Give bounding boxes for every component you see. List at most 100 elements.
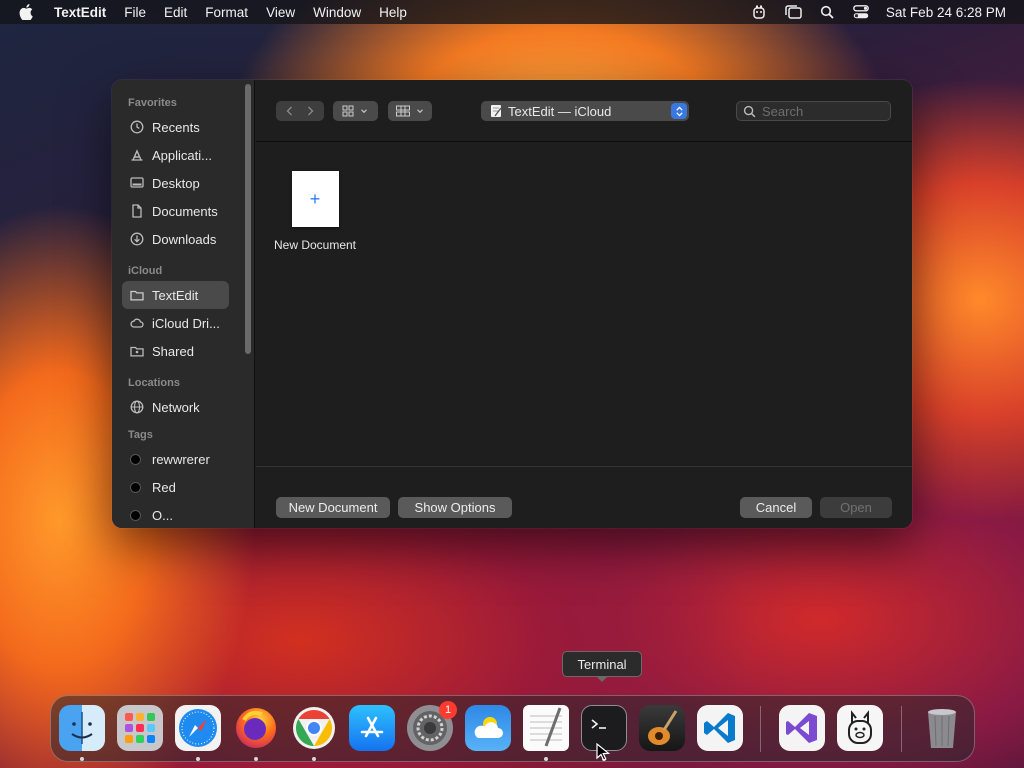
dialog-footer: New Document Show Options Cancel Open bbox=[256, 466, 912, 528]
file-browser: TextEdit — iCloud + New Document New Doc… bbox=[256, 80, 912, 528]
menu-help[interactable]: Help bbox=[370, 5, 416, 20]
globe-icon bbox=[130, 400, 152, 414]
sidebar-section-favorites: Favorites bbox=[128, 97, 177, 109]
sidebar-item-label: Red bbox=[152, 479, 176, 495]
view-mode-button[interactable] bbox=[333, 101, 378, 121]
chevron-down-icon bbox=[416, 109, 423, 114]
search-field[interactable] bbox=[736, 101, 891, 121]
sidebar-tag-rewwrerer[interactable]: rewwrerer bbox=[122, 445, 229, 473]
cloud-icon bbox=[130, 316, 152, 330]
folder-icon bbox=[130, 288, 152, 302]
sidebar-item-network[interactable]: Network bbox=[122, 393, 229, 421]
sidebar-item-label: Desktop bbox=[152, 175, 200, 191]
shared-folder-icon bbox=[130, 344, 152, 358]
location-label: TextEdit — iCloud bbox=[508, 103, 612, 119]
sidebar-tag-red[interactable]: Red bbox=[122, 473, 229, 501]
system-settings-icon[interactable]: 1 bbox=[407, 701, 457, 751]
menu-edit[interactable]: Edit bbox=[155, 5, 196, 20]
dialog-toolbar: TextEdit — iCloud bbox=[256, 80, 912, 142]
textedit-icon[interactable] bbox=[523, 705, 569, 751]
sidebar-item-recents[interactable]: Recents bbox=[122, 113, 229, 141]
menu-app-name[interactable]: TextEdit bbox=[52, 5, 115, 20]
search-input[interactable] bbox=[762, 103, 882, 119]
new-document-tile[interactable]: + New Document bbox=[270, 171, 360, 252]
garageband-icon[interactable] bbox=[639, 705, 685, 751]
sidebar: Favorites Recents Applicati... Desktop D… bbox=[112, 80, 255, 528]
apple-menu-icon[interactable] bbox=[0, 4, 52, 20]
control-center-icon[interactable] bbox=[844, 0, 878, 24]
chevron-right-icon[interactable] bbox=[304, 105, 316, 117]
sidebar-item-label: Network bbox=[152, 399, 200, 415]
sidebar-item-label: O... bbox=[152, 507, 173, 523]
finder-icon[interactable] bbox=[59, 705, 105, 751]
grid-icon bbox=[342, 105, 354, 117]
location-popup[interactable]: TextEdit — iCloud bbox=[481, 101, 689, 121]
running-indicator bbox=[312, 757, 316, 761]
ollama-status-icon[interactable] bbox=[742, 0, 776, 24]
launchpad-icon[interactable] bbox=[117, 705, 163, 751]
chevron-down-icon bbox=[361, 109, 367, 114]
running-indicator bbox=[196, 757, 200, 761]
menu-bar: TextEdit File Edit Format View Window He… bbox=[0, 0, 1024, 24]
file-grid[interactable]: + New Document bbox=[256, 143, 912, 466]
show-options-button[interactable]: Show Options bbox=[398, 497, 512, 518]
sidebar-item-label: Recents bbox=[152, 119, 200, 135]
sidebar-item-textedit[interactable]: TextEdit bbox=[122, 281, 229, 309]
mouse-cursor-icon bbox=[596, 743, 610, 761]
file-name: New Document bbox=[273, 238, 357, 252]
app-store-icon[interactable] bbox=[349, 705, 395, 751]
menu-window[interactable]: Window bbox=[304, 5, 370, 20]
sidebar-tag-partial[interactable]: O... bbox=[122, 501, 229, 528]
notification-badge: 1 bbox=[439, 701, 457, 719]
cancel-button[interactable]: Cancel bbox=[740, 497, 812, 518]
sidebar-item-desktop[interactable]: Desktop bbox=[122, 169, 229, 197]
back-forward-buttons[interactable] bbox=[276, 101, 324, 121]
document-icon bbox=[130, 204, 152, 218]
safari-icon[interactable] bbox=[175, 705, 221, 751]
search-icon bbox=[743, 105, 756, 117]
sidebar-item-downloads[interactable]: Downloads bbox=[122, 225, 229, 253]
tag-color-dot bbox=[130, 509, 141, 521]
popup-stepper-icon bbox=[671, 103, 687, 119]
document-thumbnail[interactable]: + bbox=[291, 171, 339, 227]
firefox-icon[interactable] bbox=[233, 705, 279, 751]
applications-icon bbox=[130, 148, 152, 162]
dock-separator bbox=[760, 706, 761, 752]
sidebar-item-label: Documents bbox=[152, 203, 218, 219]
ollama-icon[interactable] bbox=[837, 705, 883, 751]
stage-manager-icon[interactable] bbox=[776, 0, 810, 24]
visual-studio-icon[interactable] bbox=[779, 705, 825, 751]
menu-clock[interactable]: Sat Feb 24 6:28 PM bbox=[878, 5, 1006, 20]
running-indicator bbox=[544, 757, 548, 761]
dock-tooltip: Terminal bbox=[562, 651, 642, 682]
sidebar-section-tags: Tags bbox=[128, 429, 153, 441]
sidebar-item-label: rewwrerer bbox=[152, 451, 210, 467]
menu-file[interactable]: File bbox=[115, 5, 155, 20]
tag-color-dot bbox=[130, 481, 141, 493]
sidebar-item-icloud-drive[interactable]: iCloud Dri... bbox=[122, 309, 229, 337]
sidebar-scrollbar[interactable] bbox=[245, 84, 251, 354]
chrome-icon[interactable] bbox=[291, 705, 337, 751]
group-by-button[interactable] bbox=[388, 101, 432, 121]
new-document-button[interactable]: New Document bbox=[276, 497, 390, 518]
running-indicator bbox=[254, 757, 258, 761]
menu-view[interactable]: View bbox=[257, 5, 304, 20]
open-button[interactable]: Open bbox=[820, 497, 892, 518]
sidebar-item-label: Shared bbox=[152, 343, 194, 359]
running-indicator bbox=[80, 757, 84, 761]
vscode-icon[interactable] bbox=[697, 705, 743, 751]
sidebar-item-documents[interactable]: Documents bbox=[122, 197, 229, 225]
sidebar-item-shared[interactable]: Shared bbox=[122, 337, 229, 365]
dock-separator bbox=[901, 706, 902, 752]
sidebar-item-applications[interactable]: Applicati... bbox=[122, 141, 229, 169]
weather-icon[interactable] bbox=[465, 705, 511, 751]
chevron-left-icon[interactable] bbox=[284, 105, 296, 117]
open-dialog: Favorites Recents Applicati... Desktop D… bbox=[112, 80, 912, 528]
spotlight-search-icon[interactable] bbox=[810, 0, 844, 24]
textedit-doc-icon bbox=[491, 105, 502, 117]
desktop-icon bbox=[130, 176, 152, 190]
sidebar-section-locations: Locations bbox=[128, 377, 180, 389]
menu-format[interactable]: Format bbox=[196, 5, 257, 20]
sidebar-item-label: iCloud Dri... bbox=[152, 315, 220, 331]
trash-icon[interactable] bbox=[919, 705, 965, 751]
